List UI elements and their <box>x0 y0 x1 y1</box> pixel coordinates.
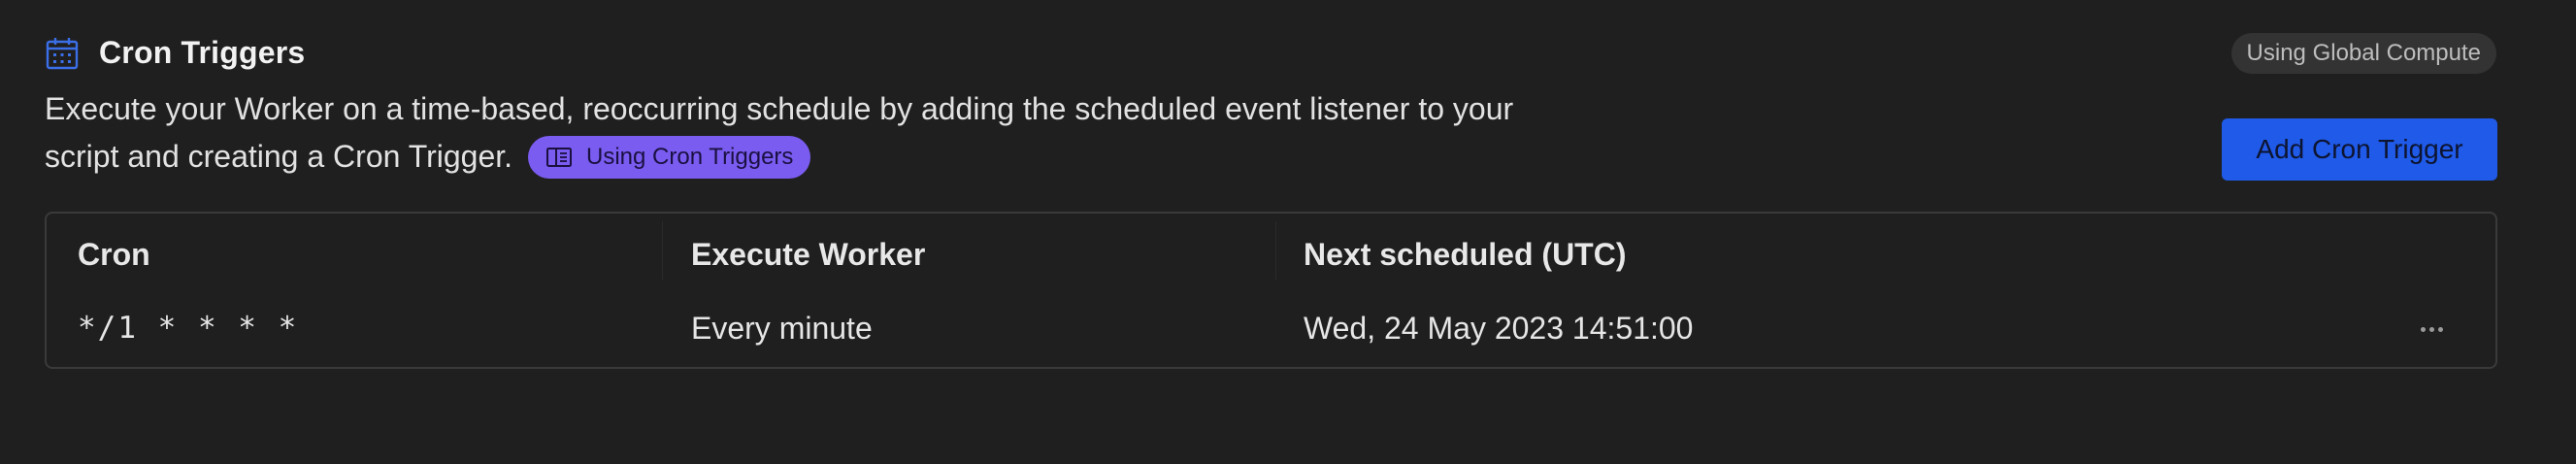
execute-worker-cell: Every minute <box>691 311 873 346</box>
description-line-2-row: script and creating a Cron Trigger. Usin… <box>45 133 1636 181</box>
cron-expression-cell: */1 * * * * <box>78 311 299 346</box>
page-title: Cron Triggers <box>99 35 306 70</box>
description-line-2: script and creating a Cron Trigger. <box>45 139 513 174</box>
column-header-execute-worker: Execute Worker <box>691 237 926 272</box>
next-scheduled-cell: Wed, 24 May 2023 14:51:00 <box>1304 311 1694 346</box>
column-divider <box>662 221 663 280</box>
description-line-1: Execute your Worker on a time-based, reo… <box>45 91 1514 126</box>
menu-dot <box>2428 326 2434 332</box>
add-cron-trigger-button[interactable]: Add Cron Trigger <box>2222 118 2497 181</box>
docs-link-label: Using Cron Triggers <box>586 144 794 170</box>
menu-dot <box>2420 326 2426 332</box>
more-horizontal-icon[interactable] <box>2412 315 2451 344</box>
cron-triggers-table: Cron Execute Worker Next scheduled (UTC)… <box>45 212 2497 369</box>
docs-link-using-cron-triggers[interactable]: Using Cron Triggers <box>528 135 811 179</box>
cron-triggers-panel: Cron Triggers Using Global Compute Execu… <box>0 0 2576 464</box>
column-header-cron: Cron <box>78 237 150 272</box>
calendar-icon <box>45 36 80 71</box>
column-header-next-scheduled: Next scheduled (UTC) <box>1304 237 1627 272</box>
column-divider <box>1275 221 1276 280</box>
section-description: Execute your Worker on a time-based, reo… <box>45 85 1636 181</box>
menu-dot <box>2437 326 2443 332</box>
book-icon <box>545 146 573 169</box>
add-cron-trigger-label: Add Cron Trigger <box>2256 134 2463 164</box>
section-header: Cron Triggers <box>45 35 305 71</box>
global-compute-badge: Using Global Compute <box>2230 33 2496 74</box>
